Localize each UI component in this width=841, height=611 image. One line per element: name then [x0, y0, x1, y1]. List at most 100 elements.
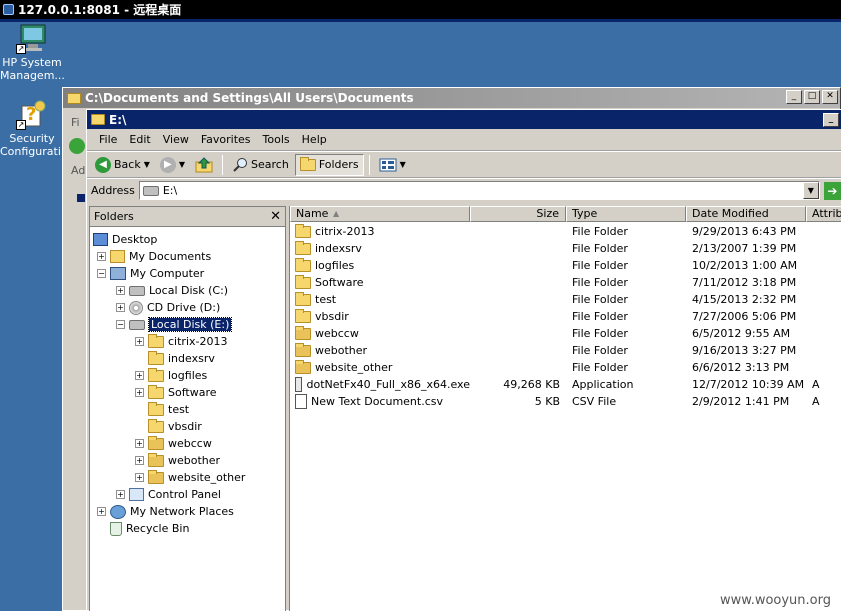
menu-view[interactable]: View	[157, 133, 195, 146]
background-window-title-bar[interactable]: C:\Documents and Settings\All Users\Docu…	[63, 88, 840, 108]
rdp-strip	[0, 19, 841, 22]
file-row[interactable]: webccw File Folder 6/5/2012 9:55 AM	[290, 325, 841, 342]
tree-item[interactable]: test	[135, 401, 189, 418]
tree-item[interactable]: + My Documents	[97, 248, 211, 265]
menu-tools[interactable]: Tools	[257, 133, 296, 146]
file-row[interactable]: indexsrv File Folder 2/13/2007 1:39 PM	[290, 240, 841, 257]
tree-item-label: My Documents	[129, 250, 212, 263]
file-name-cell: website_other	[295, 359, 470, 376]
expand-icon[interactable]: +	[135, 456, 144, 465]
security-config-icon: ? ↗	[16, 98, 48, 130]
minimize-button[interactable]: _	[823, 113, 839, 127]
tree-item-label: website_other	[168, 471, 246, 484]
web-folder-icon	[148, 469, 164, 484]
views-button[interactable]: ▼	[375, 154, 410, 176]
menu-help[interactable]: Help	[296, 133, 333, 146]
expand-icon[interactable]: +	[97, 252, 106, 261]
tree-item[interactable]: vbsdir	[135, 418, 202, 435]
expand-icon[interactable]: +	[116, 286, 125, 295]
search-button[interactable]: Search	[228, 154, 293, 176]
close-button[interactable]: ✕	[822, 90, 838, 104]
file-size-cell	[470, 257, 560, 274]
expand-icon[interactable]: +	[135, 473, 144, 482]
minimize-button[interactable]: _	[786, 90, 802, 104]
file-row[interactable]: dotNetFx40_Full_x86_x64.exe 49,268 KB Appl…	[290, 376, 841, 393]
file-row[interactable]: logfiles File Folder 10/2/2013 1:00 AM	[290, 257, 841, 274]
back-button[interactable]: ◀ Back ▼	[91, 154, 154, 176]
file-name-cell: New Text Document.csv	[295, 393, 470, 410]
up-folder-button[interactable]	[191, 154, 217, 176]
file-row[interactable]: Software File Folder 7/11/2012 3:18 PM	[290, 274, 841, 291]
tree-item-label: Control Panel	[148, 488, 221, 501]
tree-item[interactable]: + logfiles	[135, 367, 207, 384]
collapse-icon[interactable]: −	[116, 320, 125, 329]
folder-icon	[299, 156, 316, 171]
maximize-button[interactable]: □	[804, 90, 820, 104]
file-date-modified: 4/15/2013 2:32 PM	[692, 293, 797, 306]
tree-item[interactable]: − My Computer	[97, 265, 204, 282]
back-arrow-icon	[69, 138, 85, 154]
file-type: CSV File	[572, 395, 617, 408]
file-row[interactable]: citrix-2013 File Folder 9/29/2013 6:43 PM	[290, 223, 841, 240]
chevron-down-icon[interactable]: ▼	[179, 160, 185, 169]
column-header-date-modified[interactable]: Date Modified	[686, 206, 806, 222]
folders-button[interactable]: Folders	[294, 153, 364, 176]
tree-item-label: Desktop	[112, 233, 158, 246]
file-name: test	[315, 293, 337, 306]
collapse-icon[interactable]: −	[97, 269, 106, 278]
file-row[interactable]: website_other File Folder 6/6/2012 3:13 PM	[290, 359, 841, 376]
file-name-cell: vbsdir	[295, 308, 470, 325]
file-type-cell: File Folder	[572, 308, 688, 325]
go-button[interactable]: ➔	[823, 181, 841, 200]
desktop-icon-hp-sim[interactable]: ↗ HP System Managem...	[0, 22, 65, 82]
tree-item-label: My Computer	[130, 267, 205, 280]
tree-item[interactable]: + Control Panel	[116, 486, 221, 503]
selected-fragment	[77, 194, 85, 202]
column-header-attributes[interactable]: Attribu	[806, 206, 841, 222]
rdp-title-bar[interactable]: 127.0.0.1:8081 - 远程桌面	[0, 0, 841, 19]
file-row[interactable]: webother File Folder 9/16/2013 3:27 PM	[290, 342, 841, 359]
column-header-name[interactable]: Name ▲	[290, 206, 470, 222]
expand-icon[interactable]: +	[116, 490, 125, 499]
standard-toolbar: ◀ Back ▼ ▶ ▼ Search Folders ▼	[87, 151, 841, 178]
expand-icon[interactable]: +	[135, 439, 144, 448]
forward-button[interactable]: ▶ ▼	[156, 154, 189, 176]
menu-edit[interactable]: Edit	[123, 133, 156, 146]
address-dropdown-button[interactable]: ▼	[802, 182, 819, 199]
desktop-icon-security-config[interactable]: ? ↗ Security Configurati...	[0, 98, 71, 158]
expand-icon[interactable]: +	[116, 303, 125, 312]
tree-item[interactable]: + webccw	[135, 435, 212, 452]
tree-item[interactable]: + website_other	[135, 469, 245, 486]
tree-item[interactable]: − Local Disk (E:)	[116, 316, 233, 333]
tree-item[interactable]: + webother	[135, 452, 220, 469]
tree-item[interactable]: Recycle Bin	[97, 520, 189, 537]
file-size-cell	[470, 325, 560, 342]
tree-item[interactable]: + citrix-2013	[135, 333, 227, 350]
expand-icon[interactable]: +	[97, 507, 106, 516]
tree-item[interactable]: indexsrv	[135, 350, 215, 367]
tree-item[interactable]: + CD Drive (D:)	[116, 299, 220, 316]
address-input[interactable]: E:\ ▼	[138, 181, 820, 200]
menu-favorites[interactable]: Favorites	[195, 133, 257, 146]
tree-item[interactable]: + Local Disk (C:)	[116, 282, 228, 299]
column-header-type[interactable]: Type	[566, 206, 686, 222]
file-attributes-cell	[812, 291, 841, 308]
file-size: 5 KB	[534, 395, 560, 408]
file-row[interactable]: test File Folder 4/15/2013 2:32 PM	[290, 291, 841, 308]
explorer-window[interactable]: E:\ _ File Edit View Favorites Tools Hel…	[86, 109, 841, 611]
close-icon[interactable]: ✕	[270, 209, 281, 224]
tree-item[interactable]: Desktop	[93, 231, 157, 248]
chevron-down-icon[interactable]: ▼	[144, 160, 150, 169]
expand-icon[interactable]: +	[135, 337, 144, 346]
window-title-bar[interactable]: E:\ _	[87, 110, 841, 129]
column-header-size[interactable]: Size	[470, 206, 566, 222]
tree-item[interactable]: + My Network Places	[97, 503, 234, 520]
file-attributes: A	[812, 378, 820, 391]
expand-icon[interactable]: +	[135, 388, 144, 397]
file-name-cell: Software	[295, 274, 470, 291]
file-row[interactable]: vbsdir File Folder 7/27/2006 5:06 PM	[290, 308, 841, 325]
expand-icon[interactable]: +	[135, 371, 144, 380]
menu-file[interactable]: File	[93, 133, 123, 146]
file-row[interactable]: New Text Document.csv 5 KB CSV File 2/9/201…	[290, 393, 841, 410]
tree-item[interactable]: + Software	[135, 384, 217, 401]
